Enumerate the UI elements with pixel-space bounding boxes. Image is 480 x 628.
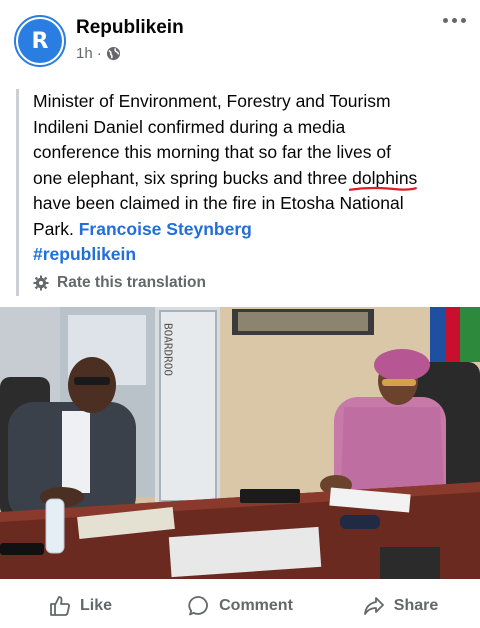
rate-translation-label: Rate this translation	[57, 273, 206, 291]
text-line: one elephant, six spring bucks and three…	[33, 166, 453, 192]
globe-icon	[106, 46, 120, 61]
boardroom-sign: BOARDROO	[162, 323, 175, 376]
text-line: Indileni Daniel confirmed during a media	[33, 116, 346, 137]
comment-button[interactable]: Comment	[160, 594, 320, 618]
gear-icon	[33, 275, 49, 290]
comment-icon	[188, 595, 208, 615]
post-meta: 1h ·	[76, 45, 121, 62]
hashtag-link[interactable]: #republikein	[33, 242, 456, 268]
text-line-start: one elephant, six spring bucks and three	[33, 167, 348, 188]
underlined-word: dolphins	[349, 167, 418, 191]
text-line: have been claimed in the fire in Etosha …	[33, 193, 404, 213]
avatar-letter: R	[18, 19, 62, 63]
more-dot	[452, 18, 457, 23]
author-link[interactable]: Francoise Steynberg	[79, 219, 252, 239]
separator-dot: ·	[96, 45, 102, 62]
share-button[interactable]: Share	[320, 594, 480, 618]
page-name[interactable]: Republikein	[76, 17, 184, 39]
like-label: Like	[79, 596, 112, 614]
red-underline-mark	[349, 186, 417, 191]
like-button[interactable]: Like	[0, 594, 160, 618]
text-line: Park. Francoise Steynberg	[33, 217, 453, 243]
more-dots-icon	[443, 18, 448, 23]
comment-label: Comment	[219, 596, 293, 614]
text-line-end: Park.	[33, 218, 74, 239]
text-line: conference this morning that so far the …	[33, 142, 391, 162]
translation-block: Minister of Environment, Forestry and To…	[16, 89, 456, 296]
page-avatar[interactable]: R	[14, 15, 66, 67]
rate-translation-button[interactable]: Rate this translation	[33, 274, 456, 292]
post-actions-bar: Like Comment Share	[0, 583, 480, 628]
post-text: Minister of Environment, Forestry and To…	[33, 89, 453, 242]
share-label: Share	[393, 596, 439, 614]
more-dot	[461, 18, 466, 23]
post-time[interactable]: 1h	[76, 45, 93, 62]
post-header: R Republikein 1h ·	[0, 0, 480, 84]
thumbs-up-icon	[50, 595, 70, 616]
more-options-button[interactable]	[443, 18, 466, 23]
text-line: Minister of Environment, Forestry and To…	[33, 91, 391, 111]
press-photo: BOARDROO	[0, 307, 480, 579]
underlined-word-text: dolphins	[352, 167, 418, 188]
post-photo[interactable]: BOARDROO	[0, 307, 480, 579]
share-icon	[363, 596, 384, 615]
